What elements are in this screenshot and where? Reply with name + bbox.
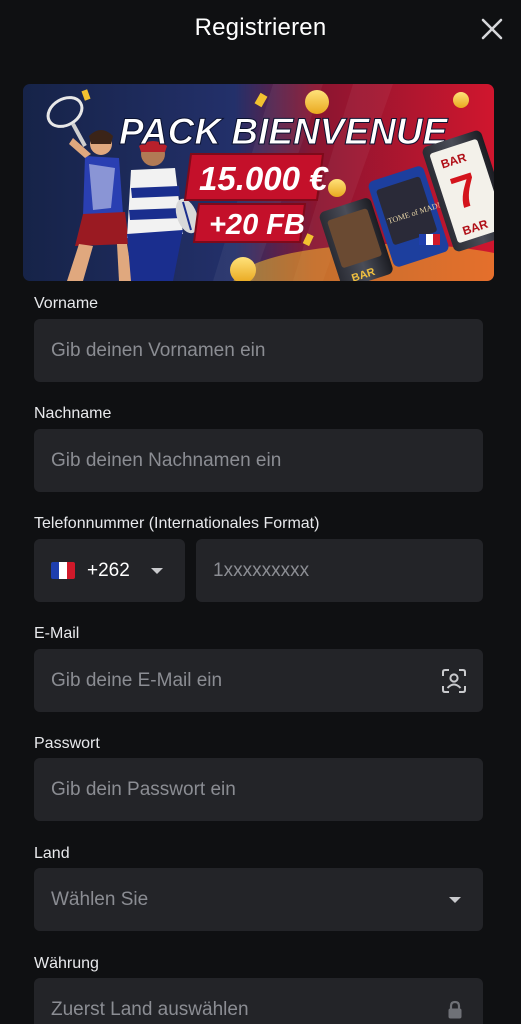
phone-label: Telefonnummer (Internationales Format) bbox=[34, 515, 320, 532]
close-icon bbox=[481, 18, 503, 40]
page-title: Registrieren bbox=[194, 14, 327, 41]
last-name-placeholder: Gib deinen Nachnamen ein bbox=[51, 449, 282, 471]
chevron-down-icon bbox=[449, 896, 461, 903]
modal-header: Registrieren bbox=[0, 0, 521, 60]
password-input[interactable]: Gib dein Passwort ein bbox=[34, 758, 483, 821]
country-code-select[interactable]: +262 bbox=[34, 539, 185, 602]
close-button[interactable] bbox=[475, 12, 509, 46]
france-flag-icon bbox=[51, 562, 75, 579]
phone-number-input[interactable]: 1xxxxxxxxx bbox=[196, 539, 483, 602]
phone-placeholder: 1xxxxxxxxx bbox=[213, 559, 310, 581]
email-label: E-Mail bbox=[34, 625, 80, 642]
last-name-input[interactable]: Gib deinen Nachnamen ein bbox=[34, 429, 483, 492]
currency-placeholder: Zuerst Land auswählen bbox=[51, 998, 249, 1020]
password-label: Passwort bbox=[34, 735, 100, 752]
password-placeholder: Gib dein Passwort ein bbox=[51, 778, 236, 800]
email-input[interactable]: Gib deine E-Mail ein bbox=[34, 649, 483, 712]
bonus-badge: +20 FB bbox=[192, 203, 307, 243]
first-name-placeholder: Gib deinen Vornamen ein bbox=[51, 339, 266, 361]
currency-label: Währung bbox=[34, 955, 99, 972]
contact-scan-icon[interactable] bbox=[441, 668, 467, 694]
banner-headline: PACK BIENVENUE bbox=[119, 111, 449, 152]
country-label: Land bbox=[34, 845, 70, 862]
first-name-input[interactable]: Gib deinen Vornamen ein bbox=[34, 319, 483, 382]
chevron-down-icon bbox=[151, 567, 163, 574]
currency-select: Zuerst Land auswählen bbox=[34, 978, 483, 1024]
lock-icon bbox=[447, 1000, 463, 1020]
amount-badge: 15.000 € bbox=[183, 153, 329, 201]
country-placeholder: Wählen Sie bbox=[51, 888, 149, 910]
first-name-label: Vorname bbox=[34, 295, 99, 312]
banner-bonus: +20 FB bbox=[209, 209, 305, 241]
country-code-value: +262 bbox=[87, 559, 130, 581]
country-select[interactable]: Wählen Sie bbox=[34, 868, 483, 931]
banner-amount: 15.000 € bbox=[199, 160, 329, 197]
promo-banner[interactable]: PACK BIENVENUE 15.000 € +20 FB BAR TOME … bbox=[23, 84, 494, 281]
email-placeholder: Gib deine E-Mail ein bbox=[51, 669, 223, 691]
last-name-label: Nachname bbox=[34, 405, 112, 422]
